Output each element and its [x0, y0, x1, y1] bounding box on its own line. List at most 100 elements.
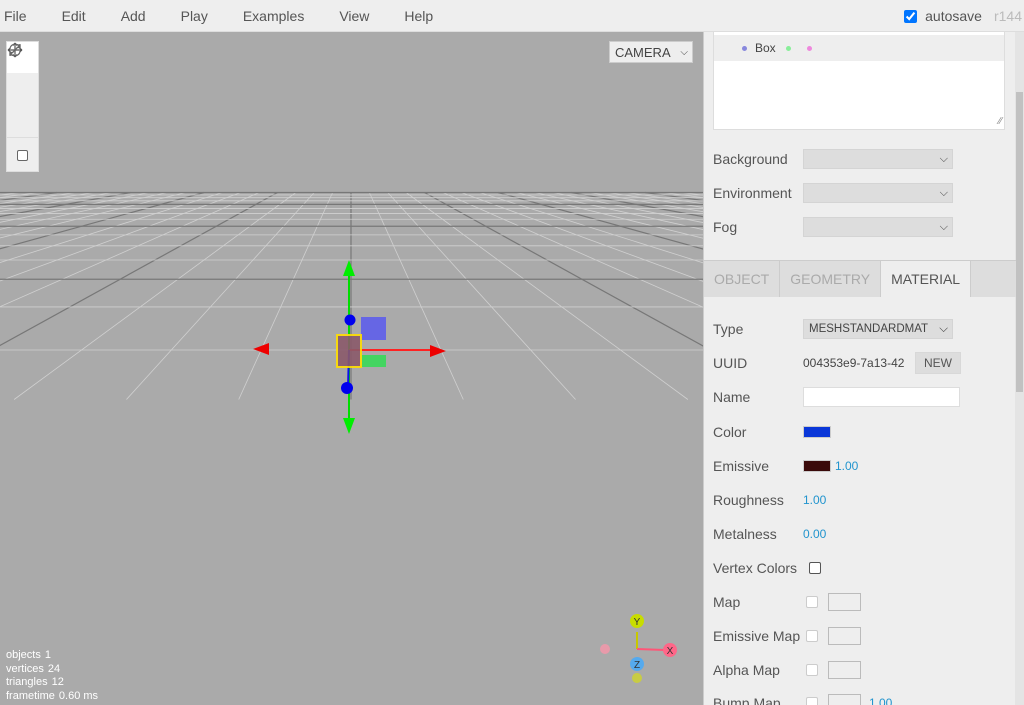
scale-tool[interactable]: [7, 44, 38, 135]
emissive-map-label: Emissive Map: [713, 628, 801, 644]
uuid-label: UUID: [713, 355, 748, 371]
tab-material[interactable]: MATERIAL: [881, 261, 972, 297]
chevron-down-icon: ⌵: [939, 220, 948, 233]
gizmo-z-handle-top: [344, 314, 356, 326]
emissive-intensity-input[interactable]: 1.00: [835, 459, 858, 473]
background-select[interactable]: ⌵: [803, 149, 953, 169]
menubar: File Edit Add Play Examples View Help au…: [0, 0, 1024, 32]
background-row: Background ⌵: [713, 148, 953, 170]
alpha-map-texture-slot[interactable]: [828, 661, 861, 679]
outliner-item-box[interactable]: Box: [714, 35, 1004, 61]
outliner-item-label: Box: [755, 41, 776, 55]
color-label: Color: [713, 424, 747, 440]
camera-select-value: CAMERA: [615, 44, 671, 60]
view-helper[interactable]: Y X Z: [600, 614, 677, 683]
view-helper-z-label: Z: [634, 660, 640, 671]
view-helper-neg-y: [632, 673, 642, 683]
revision-label: r144: [993, 8, 1022, 24]
background-label: Background: [713, 151, 788, 167]
map-checkbox[interactable]: [806, 596, 818, 608]
gizmo-y-arrow-down: [343, 418, 355, 434]
vertex-colors-checkbox[interactable]: [809, 562, 821, 574]
scale-icon: [9, 44, 21, 56]
alpha-map-row: Alpha Map: [713, 659, 861, 681]
color-picker[interactable]: [803, 426, 831, 438]
menu-view[interactable]: View: [339, 8, 383, 24]
bump-scale-input[interactable]: 1.00: [869, 696, 892, 705]
metalness-label: Metalness: [713, 526, 777, 542]
vertex-colors-label: Vertex Colors: [713, 560, 798, 576]
local-checkbox[interactable]: [17, 150, 28, 161]
vertex-colors-row: Vertex Colors: [713, 557, 821, 579]
environment-label: Environment: [713, 185, 792, 201]
emissive-row: Emissive 1.00: [713, 455, 858, 477]
fog-select[interactable]: ⌵: [803, 217, 953, 237]
view-helper-y-label: Y: [634, 617, 641, 628]
tab-object[interactable]: OBJECT: [704, 261, 781, 297]
material-type-value: MESHSTANDARDMAT: [809, 323, 929, 335]
menu-help[interactable]: Help: [404, 8, 447, 24]
fog-label: Fog: [713, 219, 738, 235]
scene-canvas[interactable]: Y X Z: [0, 32, 703, 705]
material-type-select[interactable]: MESHSTANDARDMAT ⌵: [803, 319, 953, 339]
name-row: Name: [713, 386, 960, 408]
scene-outliner[interactable]: Box ∕∕: [713, 32, 1005, 130]
chevron-down-icon: ⌵: [939, 152, 948, 165]
info-triangles-label: triangles: [6, 676, 48, 688]
type-label: Type: [713, 321, 744, 337]
environment-select[interactable]: ⌵: [803, 183, 953, 203]
gizmo-plane-xz: [362, 355, 386, 367]
emissive-map-texture-slot[interactable]: [828, 627, 861, 645]
viewport[interactable]: Y X Z CAMERA ⌵ objects 1 vertices 24 trian…: [0, 32, 703, 705]
emissive-color-picker[interactable]: [803, 460, 831, 472]
material-name-input[interactable]: [803, 387, 960, 407]
view-helper-neg-x: [600, 644, 610, 654]
bump-map-texture-slot[interactable]: [828, 694, 861, 705]
roughness-label: Roughness: [713, 492, 784, 508]
map-texture-slot[interactable]: [828, 593, 861, 611]
tab-geometry[interactable]: GEOMETRY: [780, 261, 882, 297]
bump-map-label: Bump Map: [713, 695, 781, 705]
bump-map-row: Bump Map 1.00: [713, 692, 892, 705]
emissive-map-checkbox[interactable]: [806, 630, 818, 642]
alpha-map-label: Alpha Map: [713, 662, 780, 678]
new-uuid-button[interactable]: NEW: [915, 352, 961, 374]
chevron-down-icon: ⌵: [939, 186, 948, 199]
menu-file[interactable]: File: [0, 8, 41, 24]
menu-add[interactable]: Add: [121, 8, 160, 24]
gizmo-y-arrow-up: [343, 260, 355, 276]
material-type-row: Type MESHSTANDARDMAT ⌵: [713, 318, 953, 340]
sidebar-scrollbar[interactable]: [1015, 32, 1024, 705]
local-space-toggle[interactable]: [7, 140, 38, 171]
bump-map-checkbox[interactable]: [806, 697, 818, 705]
properties-tabs: OBJECT GEOMETRY MATERIAL: [704, 260, 1016, 297]
info-vertices-value: 24: [47, 662, 61, 675]
emissive-map-row: Emissive Map: [713, 625, 861, 647]
info-triangles-value: 12: [51, 676, 64, 688]
info-objects-value: 1: [44, 649, 51, 661]
autosave-checkbox[interactable]: [904, 9, 918, 23]
mesh-type-dot: [742, 45, 747, 51]
ground-grid: [0, 191, 703, 400]
transform-gizmo[interactable]: [253, 260, 446, 434]
autosave-label: autosave: [925, 8, 982, 24]
selected-box-mesh: [336, 334, 362, 368]
transform-toolbar: [6, 41, 39, 172]
sidebar-scrollbar-thumb[interactable]: [1016, 92, 1023, 392]
menu-examples[interactable]: Examples: [243, 8, 318, 24]
menu-edit[interactable]: Edit: [62, 8, 100, 24]
metalness-input[interactable]: 0.00: [803, 527, 826, 541]
roughness-input[interactable]: 1.00: [803, 493, 826, 507]
menu-play[interactable]: Play: [181, 8, 222, 24]
metalness-row: Metalness 0.00: [713, 523, 826, 545]
resize-grip-icon[interactable]: ∕∕: [999, 116, 1002, 127]
alpha-map-checkbox[interactable]: [806, 664, 818, 676]
rotate-tool[interactable]: [7, 43, 38, 104]
gizmo-z-handle-bottom: [341, 382, 353, 394]
chevron-down-icon: ⌵: [939, 322, 948, 335]
camera-select[interactable]: CAMERA ⌵: [609, 41, 693, 63]
info-frametime-label: frametime: [6, 689, 55, 702]
material-dot: [806, 45, 812, 51]
roughness-row: Roughness 1.00: [713, 489, 826, 511]
info-vertices-label: vertices: [6, 662, 44, 675]
